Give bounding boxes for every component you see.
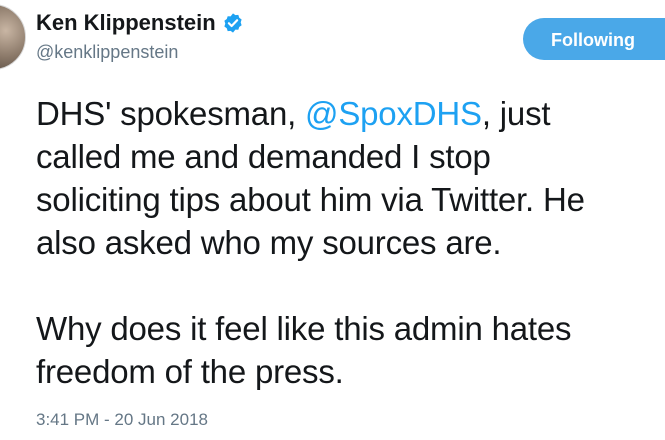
tweet-line: also asked who my sources are. [36,224,502,261]
avatar[interactable] [0,4,26,70]
tweet-timestamp[interactable]: 3:41 PM - 20 Jun 2018 [36,410,208,430]
tweet-text: DHS' spokesman, @SpoxDHS, just called me… [36,92,665,393]
tweet-text-segment: , just [481,95,551,132]
verified-badge-icon [222,12,244,34]
tweet-line: DHS' spokesman, @SpoxDHS, just [36,92,665,135]
author-name[interactable]: Ken Klippenstein [36,10,216,36]
mention-link[interactable]: @SpoxDHS [305,95,482,132]
author-handle[interactable]: @kenklippenstein [36,42,178,63]
tweet-line: freedom of the press. [36,353,344,390]
tweet-line: soliciting tips about him via Twitter. H… [36,181,585,218]
tweet-line: called me and demanded I stop [36,138,491,175]
tweet-card: Ken Klippenstein @kenklippenstein Follow… [0,0,665,440]
following-button[interactable]: Following [523,18,665,60]
tweet-text-segment: DHS' spokesman, [36,95,306,132]
tweet-line: Why does it feel like this admin hates [36,310,572,347]
author-header: Ken Klippenstein [36,10,244,36]
